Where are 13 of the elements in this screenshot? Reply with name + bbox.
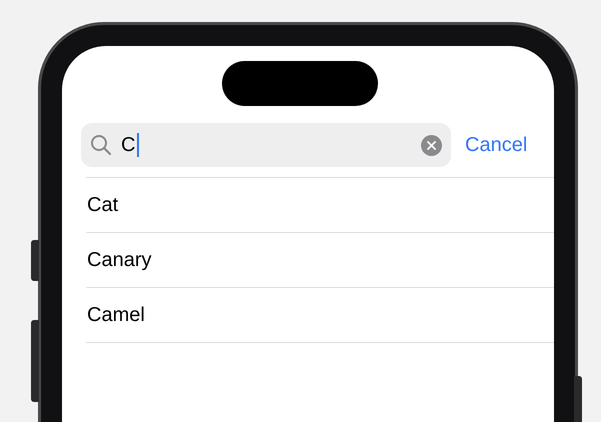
close-icon [427,140,436,150]
search-text: C [121,133,136,158]
row-label: Canary [87,248,152,273]
text-cursor [137,133,140,157]
search-icon [90,134,112,156]
row-label: Camel [87,303,145,328]
list-row[interactable]: Camel [86,288,554,343]
row-label: Cat [87,193,118,218]
clear-button[interactable] [421,134,442,156]
list-row[interactable]: Cat [86,178,554,233]
search-field[interactable]: C [81,123,451,167]
cancel-button[interactable]: Cancel [465,130,528,160]
list-row[interactable]: Canary [86,233,554,288]
